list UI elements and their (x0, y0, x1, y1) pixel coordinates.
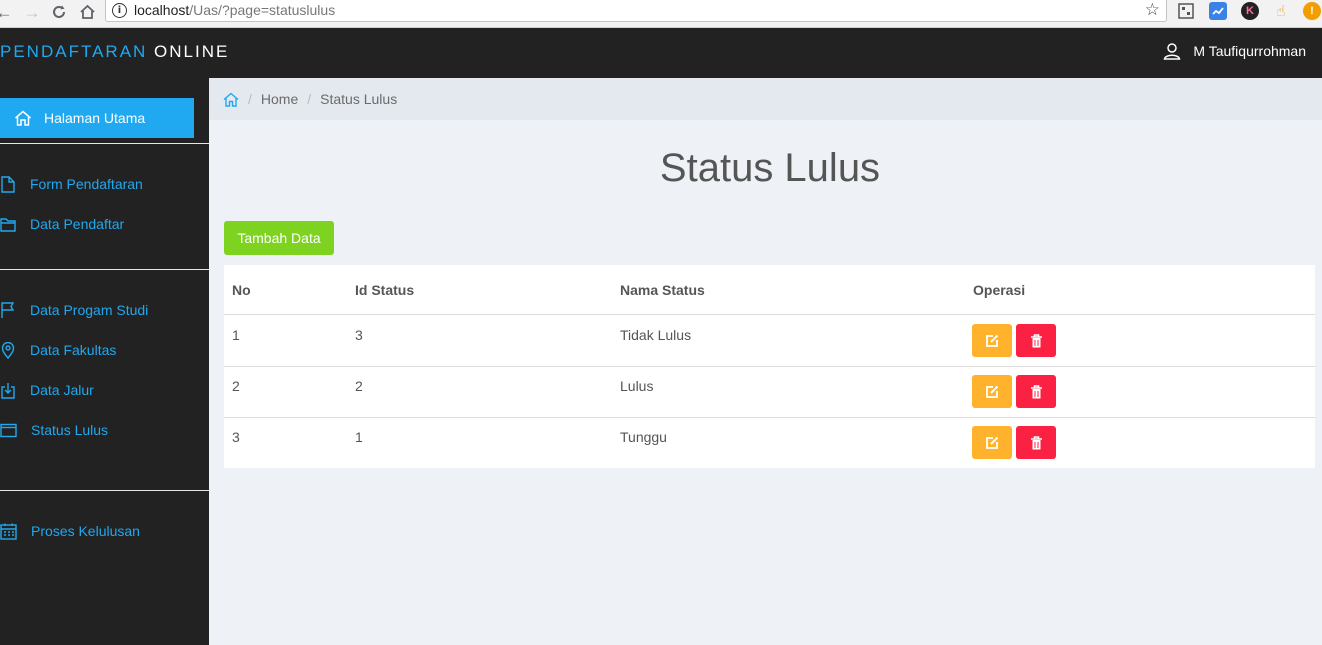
breadcrumb-current: Status Lulus (320, 91, 398, 107)
url-path: /Uas/?page=statuslulus (189, 2, 336, 18)
cell-nama-status: Tidak Lulus (620, 327, 692, 343)
edit-button[interactable] (972, 324, 1012, 357)
extension-k-icon[interactable]: K (1241, 2, 1259, 20)
table-row: 1 3 Tidak Lulus (224, 316, 1315, 367)
cell-nama-status: Tunggu (620, 429, 667, 445)
breadcrumb-separator: / (248, 91, 252, 107)
sidebar: Halaman Utama Form Pendaftaran Data Pend… (0, 78, 209, 645)
flag-icon (0, 301, 16, 319)
sidebar-item-data-progam-studi[interactable]: Data Progam Studi (0, 298, 148, 322)
edit-icon (985, 385, 999, 399)
sidebar-item-label: Status Lulus (31, 422, 109, 438)
sidebar-divider (0, 143, 209, 144)
sidebar-item-data-pendaftar[interactable]: Data Pendaftar (0, 212, 124, 236)
user-menu[interactable]: M Taufiqurrohman (1163, 42, 1306, 60)
sidebar-item-label: Proses Kelulusan (31, 523, 140, 539)
breadcrumb-home[interactable]: Home (261, 91, 298, 107)
sidebar-item-label: Data Fakultas (30, 342, 117, 358)
delete-button[interactable] (1016, 375, 1056, 408)
sidebar-item-label: Data Progam Studi (30, 302, 149, 318)
sidebar-divider (0, 490, 209, 491)
sidebar-item-halaman-utama[interactable]: Halaman Utama (0, 98, 194, 138)
trash-icon (1030, 333, 1043, 348)
folder-icon (0, 217, 16, 232)
calendar-icon (0, 523, 17, 540)
column-header-nama-status: Nama Status (620, 282, 705, 298)
breadcrumb: / Home / Status Lulus (209, 78, 1322, 120)
page-title: Status Lulus (659, 146, 881, 190)
cell-no: 3 (232, 429, 240, 445)
cell-id-status: 2 (355, 378, 363, 394)
add-data-button[interactable]: Tambah Data (224, 221, 334, 255)
file-icon (0, 175, 16, 193)
breadcrumb-separator: / (307, 91, 312, 107)
location-pin-icon (0, 341, 16, 359)
extension-grid-icon[interactable] (1177, 2, 1195, 20)
info-icon[interactable]: i (112, 3, 127, 18)
top-navbar: PENDAFTARAN ONLINE M Taufiqurrohman (0, 28, 1322, 78)
edit-button[interactable] (972, 426, 1012, 459)
status-table: No Id Status Nama Status Operasi 1 3 Tid… (224, 265, 1315, 468)
delete-button[interactable] (1016, 426, 1056, 459)
back-arrow-icon[interactable]: ← (0, 2, 14, 22)
trash-icon (1030, 384, 1043, 399)
forward-arrow-icon[interactable]: → (22, 2, 42, 22)
sidebar-divider (0, 269, 209, 270)
brand-part-1: PENDAFTARAN (0, 42, 148, 61)
edit-button[interactable] (972, 375, 1012, 408)
sidebar-item-label: Form Pendaftaran (30, 176, 143, 192)
home-icon[interactable] (223, 92, 239, 107)
table-row: 2 2 Lulus (224, 367, 1315, 418)
extension-alert-icon[interactable]: ! (1303, 2, 1321, 20)
column-header-id-status: Id Status (355, 282, 415, 298)
brand-part-2: ONLINE (154, 42, 230, 61)
cell-nama-status: Lulus (620, 378, 654, 394)
cell-no: 2 (232, 378, 240, 394)
window-icon (0, 423, 17, 438)
sidebar-item-label: Data Pendaftar (30, 216, 125, 232)
sidebar-item-data-fakultas[interactable]: Data Fakultas (0, 338, 116, 362)
column-header-no: No (232, 282, 251, 298)
home-icon (14, 110, 32, 126)
table-header-row: No Id Status Nama Status Operasi (224, 265, 1315, 315)
edit-icon (985, 334, 999, 348)
sidebar-item-proses-kelulusan[interactable]: Proses Kelulusan (0, 519, 140, 543)
sidebar-item-form-pendaftaran[interactable]: Form Pendaftaran (0, 172, 143, 196)
sidebar-item-label: Data Jalur (30, 382, 94, 398)
cell-no: 1 (232, 327, 240, 343)
sidebar-item-data-jalur[interactable]: Data Jalur (0, 378, 94, 402)
brand-logo[interactable]: PENDAFTARAN ONLINE (0, 42, 229, 62)
cell-id-status: 1 (355, 429, 363, 445)
url-text: localhost/Uas/?page=statuslulus (134, 2, 335, 18)
extension-hand-icon[interactable]: ☝ (1272, 2, 1290, 20)
browser-toolbar: ← → i localhost/Uas/?page=statuslulus ☆ … (0, 0, 1322, 28)
trash-icon (1030, 435, 1043, 450)
user-name: M Taufiqurrohman (1193, 43, 1306, 59)
address-bar[interactable]: i localhost/Uas/?page=statuslulus ☆ (105, 0, 1167, 22)
url-host: localhost (134, 2, 190, 18)
column-header-operasi: Operasi (973, 282, 1026, 298)
bookmark-star-icon[interactable]: ☆ (1145, 0, 1160, 20)
table-row: 3 1 Tunggu (224, 418, 1315, 469)
user-icon (1163, 42, 1181, 60)
edit-icon (985, 436, 999, 450)
sidebar-item-status-lulus[interactable]: Status Lulus (0, 418, 108, 442)
delete-button[interactable] (1016, 324, 1056, 357)
download-icon (0, 382, 16, 399)
extension-chart-icon[interactable] (1209, 2, 1227, 20)
cell-id-status: 3 (355, 327, 363, 343)
sidebar-item-label: Halaman Utama (44, 110, 146, 126)
home-browser-icon[interactable] (77, 2, 97, 22)
reload-icon[interactable] (49, 2, 69, 22)
